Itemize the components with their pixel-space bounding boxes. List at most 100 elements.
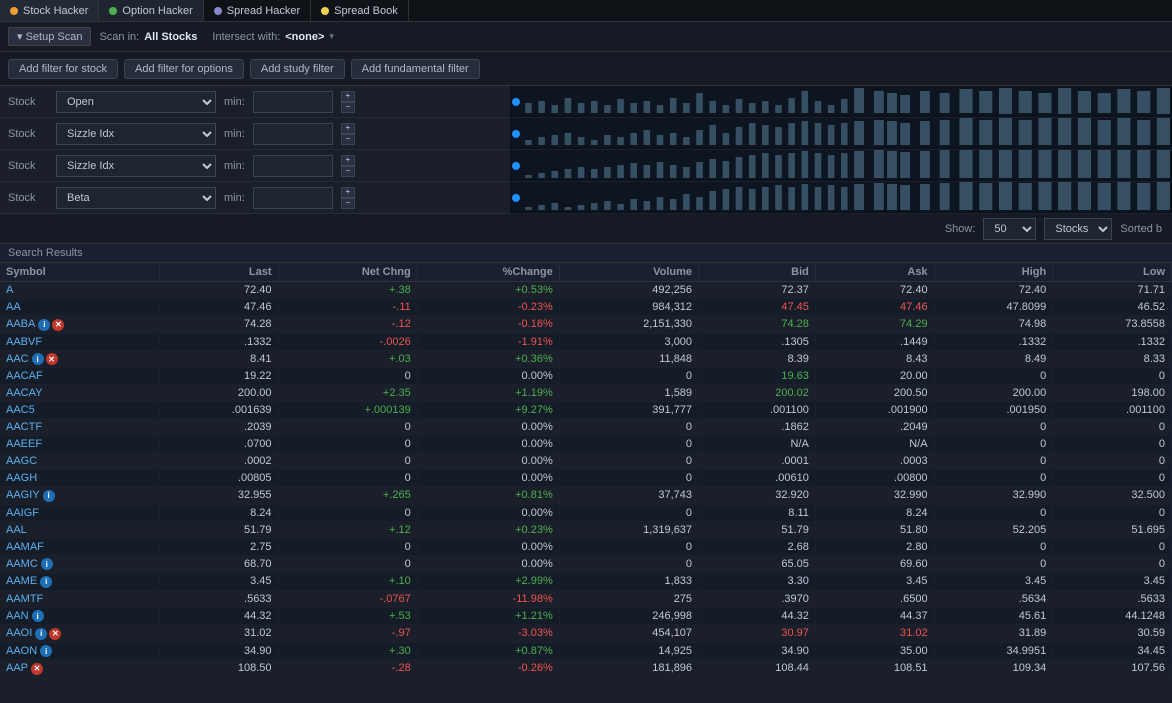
scan-in-value[interactable]: All Stocks xyxy=(144,31,197,43)
filter-spin-up-4[interactable]: + xyxy=(341,187,355,198)
cell-net: +.03 xyxy=(278,350,417,368)
add-study-filter-button[interactable]: Add study filter xyxy=(250,59,345,79)
cell-last: 200.00 xyxy=(159,385,278,402)
show-type-select[interactable]: Stocks xyxy=(1044,218,1112,240)
add-filter-stock-button[interactable]: Add filter for stock xyxy=(8,59,118,79)
table-row[interactable]: AAGIYi32.955+.265+0.81%37,74332.92032.99… xyxy=(0,487,1172,505)
filter-spin-up-3[interactable]: + xyxy=(341,155,355,166)
table-row[interactable]: AANi44.32+.53+1.21%246,99844.3244.3745.6… xyxy=(0,607,1172,625)
cell-high: 0 xyxy=(934,368,1053,385)
table-row[interactable]: AAOIi✕31.02-.97-3.03%454,10730.9731.0231… xyxy=(0,625,1172,643)
info-icon[interactable]: i xyxy=(35,628,47,640)
cell-high: 47.8099 xyxy=(934,299,1053,316)
table-row[interactable]: AAL51.79+.12+0.23%1,319,63751.7951.8052.… xyxy=(0,521,1172,538)
table-row[interactable]: AAEEF.070000.00%0N/AN/A00 xyxy=(0,436,1172,453)
filter-spin-up-2[interactable]: + xyxy=(341,123,355,134)
filter-bar: Add filter for stock Add filter for opti… xyxy=(0,52,1172,86)
filter-select-3[interactable]: Sizzle Idx xyxy=(56,155,216,177)
table-row[interactable]: AAC5.001639+.000139+9.27%391,777.001100.… xyxy=(0,402,1172,419)
setup-scan-button[interactable]: ▾ Setup Scan xyxy=(8,27,91,46)
cell-low: 51.695 xyxy=(1053,521,1172,538)
info-icon[interactable]: i xyxy=(32,353,44,365)
table-row[interactable]: AACi✕8.41+.03+0.36%11,8488.398.438.498.3… xyxy=(0,350,1172,368)
table-row[interactable]: AAMTF.5633-.0767-11.98%275.3970.6500.563… xyxy=(0,590,1172,607)
add-filter-options-button[interactable]: Add filter for options xyxy=(124,59,244,79)
cell-low: .001100 xyxy=(1053,402,1172,419)
cell-ask: 74.29 xyxy=(815,316,934,334)
table-row[interactable]: AA47.46-.11-0.23%984,31247.4547.4647.809… xyxy=(0,299,1172,316)
chart-dot-4 xyxy=(512,194,520,202)
info-icon[interactable]: i xyxy=(40,645,52,657)
cell-high: 32.990 xyxy=(934,487,1053,505)
cell-net: +.265 xyxy=(278,487,417,505)
cell-ask: 8.43 xyxy=(815,350,934,368)
show-count-select[interactable]: 50 100 200 xyxy=(983,218,1036,240)
tab-spread-hacker[interactable]: Spread Hacker xyxy=(204,0,311,21)
table-row[interactable]: AAMEi3.45+.10+2.99%1,8333.303.453.453.45 xyxy=(0,573,1172,591)
cell-ask: 3.45 xyxy=(815,573,934,591)
results-table-container[interactable]: Symbol Last Net Chng %Change Volume Bid … xyxy=(0,263,1172,698)
table-row[interactable]: AACTF.203900.00%0.1862.204900 xyxy=(0,419,1172,436)
table-row[interactable]: AAMAF2.7500.00%02.682.8000 xyxy=(0,538,1172,555)
cell-symbol: AABAi✕ xyxy=(0,316,159,334)
filter-select-1[interactable]: Open xyxy=(56,91,216,113)
info-icon[interactable]: i xyxy=(41,558,53,570)
filter-input-3[interactable] xyxy=(253,155,333,177)
cell-low: 198.00 xyxy=(1053,385,1172,402)
table-row[interactable]: AAIGF8.2400.00%08.118.2400 xyxy=(0,504,1172,521)
cell-high: 3.45 xyxy=(934,573,1053,591)
cell-symbol: AAEEF xyxy=(0,436,159,453)
table-row[interactable]: AAP✕108.50-.28-0.26%181,896108.44108.511… xyxy=(0,660,1172,678)
close-icon[interactable]: ✕ xyxy=(31,663,43,675)
table-row[interactable]: AACAF19.2200.00%019.6320.0000 xyxy=(0,368,1172,385)
info-icon[interactable]: i xyxy=(40,576,52,588)
table-row[interactable]: AAMCi68.7000.00%065.0569.6000 xyxy=(0,555,1172,573)
filter-spinners-2: + − xyxy=(341,123,355,145)
cell-vol: 492,256 xyxy=(559,282,698,299)
cell-bid: 32.920 xyxy=(699,487,816,505)
cell-symbol: AAGIYi xyxy=(0,487,159,505)
close-icon[interactable]: ✕ xyxy=(49,628,61,640)
cell-bid: 3.30 xyxy=(699,573,816,591)
filter-spin-down-1[interactable]: − xyxy=(341,102,355,113)
cell-net: +2.35 xyxy=(278,385,417,402)
tab-stock-hacker[interactable]: Stock Hacker xyxy=(0,0,99,21)
cell-pct: 0.00% xyxy=(417,436,559,453)
filter-spin-up-1[interactable]: + xyxy=(341,91,355,102)
table-row[interactable]: AABVF.1332-.0026-1.91%3,000.1305.1449.13… xyxy=(0,333,1172,350)
cell-pct: -0.23% xyxy=(417,299,559,316)
tab-option-hacker[interactable]: Option Hacker xyxy=(99,0,203,21)
info-icon[interactable]: i xyxy=(43,490,55,502)
filter-input-2[interactable] xyxy=(253,123,333,145)
cell-pct: 0.00% xyxy=(417,419,559,436)
intersect-dropdown-icon[interactable]: ▾ xyxy=(329,31,334,42)
filter-input-1[interactable] xyxy=(253,91,333,113)
cell-vol: 3,000 xyxy=(559,333,698,350)
tab-spread-book[interactable]: Spread Book xyxy=(311,0,409,21)
cell-ask: 47.46 xyxy=(815,299,934,316)
col-symbol: Symbol xyxy=(0,263,159,282)
info-icon[interactable]: i xyxy=(38,319,50,331)
cell-high: .1332 xyxy=(934,333,1053,350)
close-icon[interactable]: ✕ xyxy=(52,319,64,331)
add-fundamental-filter-button[interactable]: Add fundamental filter xyxy=(351,59,480,79)
filter-input-4[interactable] xyxy=(253,187,333,209)
filter-spin-down-2[interactable]: − xyxy=(341,134,355,145)
cell-ask: .0003 xyxy=(815,453,934,470)
cell-high: 0 xyxy=(934,436,1053,453)
table-row[interactable]: A72.40+.38+0.53%492,25672.3772.4072.4071… xyxy=(0,282,1172,299)
close-icon[interactable]: ✕ xyxy=(46,353,58,365)
table-row[interactable]: AAGH.0080500.00%0.00610.0080000 xyxy=(0,470,1172,487)
cell-ask: 35.00 xyxy=(815,642,934,660)
cell-symbol: AANi xyxy=(0,607,159,625)
table-row[interactable]: AAGC.000200.00%0.0001.000300 xyxy=(0,453,1172,470)
info-icon[interactable]: i xyxy=(32,610,44,622)
filter-spin-down-3[interactable]: − xyxy=(341,166,355,177)
table-row[interactable]: AABAi✕74.28-.12-0.16%2,151,33074.2874.29… xyxy=(0,316,1172,334)
table-row[interactable]: AACAY200.00+2.35+1.19%1,589200.02200.502… xyxy=(0,385,1172,402)
filter-select-2[interactable]: Sizzle Idx xyxy=(56,123,216,145)
filter-select-4[interactable]: Beta xyxy=(56,187,216,209)
table-row[interactable]: AAONi34.90+.30+0.87%14,92534.9035.0034.9… xyxy=(0,642,1172,660)
intersect-value[interactable]: <none> xyxy=(285,31,324,43)
filter-spin-down-4[interactable]: − xyxy=(341,198,355,209)
